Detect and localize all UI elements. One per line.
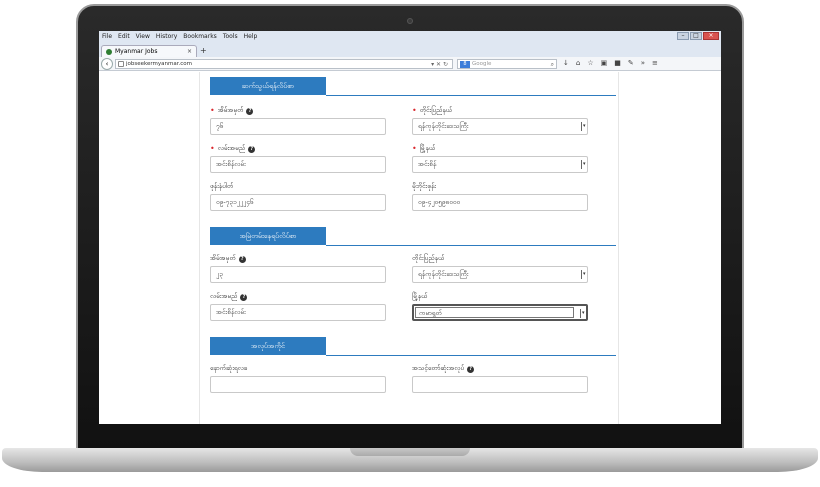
focus-outline xyxy=(415,307,574,318)
section-contact-address: ဆက်သွယ်ရန်လိပ်စာ xyxy=(210,77,326,95)
nav-bar: ‹ jobseekermyanmar.com ▾ ✕ ↻ 8 Google ⌕ … xyxy=(99,57,721,71)
last-salary-input[interactable] xyxy=(210,376,386,393)
menu-edit[interactable]: Edit xyxy=(117,33,131,40)
last-salary-label: နောက်ဆုံးရလခ xyxy=(210,364,248,372)
hamburger-menu-icon[interactable]: ≡ xyxy=(652,59,658,67)
menu-help[interactable]: Help xyxy=(243,33,259,40)
menu-file[interactable]: File xyxy=(101,33,113,40)
perm-township-select[interactable]: ကမာရွတ် ▾ xyxy=(412,304,588,321)
help-icon[interactable]: ? xyxy=(467,365,475,373)
township-label: • မြို့နယ် xyxy=(412,144,435,154)
home-icon[interactable]: ⌂ xyxy=(576,59,580,67)
window-controls: – □ × xyxy=(677,32,719,40)
search-icon[interactable]: ⌕ xyxy=(551,60,554,69)
help-icon[interactable]: ? xyxy=(248,145,256,153)
house-number-input[interactable]: ၇၆ xyxy=(210,118,386,135)
perm-region-select[interactable]: ရန်ကုန်တိုင်းဒေသကြီး ▾ xyxy=(412,266,588,283)
close-window-button[interactable]: × xyxy=(703,32,719,40)
phone-label: ဖုန်းနံပါတ် xyxy=(210,182,234,190)
required-marker: • xyxy=(210,144,215,153)
tab-title: Myanmar Jobs xyxy=(115,48,158,55)
township-select[interactable]: အင်းစိန် ▾ xyxy=(412,156,588,173)
tab-bar: Myanmar Jobs × + xyxy=(99,45,721,57)
form-container: ဆက်သွယ်ရန်လိပ်စာ • အိမ်အမှတ် ? ၇၆ • တိုင… xyxy=(199,72,619,424)
suitable-job-label: အသင့်တော်ဆုံးအလုပ် ? xyxy=(412,364,475,374)
mobile-phone-input[interactable]: ၀၉-၄၂၀၅၉၈၀၀၀ xyxy=(412,194,588,211)
region-select[interactable]: ရန်ကုန်တိုင်းဒေသကြီး ▾ xyxy=(412,118,588,135)
region-select-value: ရန်ကုန်တိုင်းဒေသကြီး xyxy=(418,122,469,130)
township-select-value: အင်းစိန် xyxy=(418,160,437,168)
back-button[interactable]: ‹ xyxy=(101,57,113,70)
search-box[interactable]: 8 Google ⌕ xyxy=(457,59,557,69)
laptop-frame: File Edit View History Bookmarks Tools H… xyxy=(0,0,820,487)
extension-icon[interactable]: ■ xyxy=(614,59,621,67)
minimize-button[interactable]: – xyxy=(677,32,689,40)
page: ဆက်သွယ်ရန်လိပ်စာ • အိမ်အမှတ် ? ၇၆ • တိုင… xyxy=(99,72,721,424)
toolbar-icons: ↓ ⌂ ☆ ▣ ■ ✎ » ≡ xyxy=(563,59,658,67)
street-label-text: လမ်းအမည် xyxy=(217,144,246,152)
street-name-input[interactable]: အင်းစိန်လမ်း xyxy=(210,156,386,173)
section-divider xyxy=(326,95,616,96)
url-text: jobseekermyanmar.com xyxy=(126,61,193,67)
search-engine-icon[interactable]: 8 xyxy=(460,61,470,68)
house-label-text: အိမ်အမှတ် xyxy=(217,106,244,114)
phone-input[interactable]: ၀၉-၇၃၁၂၂၂၄၆ xyxy=(210,194,386,211)
pen-icon[interactable]: ✎ xyxy=(628,59,634,67)
township-label-text: မြို့နယ် xyxy=(419,144,436,152)
menu-tools[interactable]: Tools xyxy=(222,33,239,40)
help-icon[interactable]: ? xyxy=(246,107,254,115)
perm-house-number-input[interactable]: ၂၃ xyxy=(210,266,386,283)
site-identity-icon[interactable] xyxy=(118,61,124,67)
new-tab-button[interactable]: + xyxy=(200,46,207,55)
chevron-down-icon: ▾ xyxy=(580,309,585,318)
camera-icon xyxy=(407,18,413,24)
tab-myanmar-jobs[interactable]: Myanmar Jobs × xyxy=(101,45,197,57)
suitable-job-input[interactable] xyxy=(412,376,588,393)
perm-street-label: လမ်းအမည် ? xyxy=(210,292,248,302)
help-icon[interactable]: ? xyxy=(238,255,246,263)
menu-view[interactable]: View xyxy=(135,33,151,40)
screen: File Edit View History Bookmarks Tools H… xyxy=(99,31,721,424)
suitable-job-label-text: အသင့်တော်ဆုံးအလုပ် xyxy=(412,364,465,372)
required-marker: • xyxy=(412,144,417,153)
tab-close-icon[interactable]: × xyxy=(187,48,192,55)
laptop-notch xyxy=(350,448,470,456)
favicon-icon xyxy=(106,48,112,55)
chevron-down-icon: ▾ xyxy=(581,270,586,279)
menu-bookmarks[interactable]: Bookmarks xyxy=(182,33,218,40)
chevron-down-icon: ▾ xyxy=(581,122,586,131)
required-marker: • xyxy=(210,106,215,115)
street-label: • လမ်းအမည် ? xyxy=(210,144,256,154)
perm-street-name-input[interactable]: အင်းစိန်လမ်း xyxy=(210,304,386,321)
section-divider xyxy=(326,355,616,356)
search-placeholder: Google xyxy=(472,61,492,67)
menu-bar: File Edit View History Bookmarks Tools H… xyxy=(101,33,258,40)
browser-titlebar: File Edit View History Bookmarks Tools H… xyxy=(99,31,721,45)
region-label: • တိုင်းပြည်နယ် xyxy=(412,106,452,116)
download-icon[interactable]: ↓ xyxy=(563,59,569,67)
perm-region-select-value: ရန်ကုန်တိုင်းဒေသကြီး xyxy=(418,270,469,278)
house-label: • အိမ်အမှတ် ? xyxy=(210,106,254,116)
menu-history[interactable]: History xyxy=(155,33,178,40)
perm-house-label: အိမ်အမှတ် ? xyxy=(210,254,246,264)
overflow-icon[interactable]: » xyxy=(641,59,645,67)
perm-township-label: မြို့နယ် xyxy=(412,292,428,300)
section-employment: အလုပ်အကိုင် xyxy=(210,337,326,355)
section-divider xyxy=(326,245,616,246)
url-bar-icons[interactable]: ▾ ✕ ↻ xyxy=(431,60,448,69)
chevron-down-icon: ▾ xyxy=(581,160,586,169)
required-marker: • xyxy=(412,106,417,115)
maximize-button[interactable]: □ xyxy=(690,32,702,40)
region-label-text: တိုင်းပြည်နယ် xyxy=(419,106,453,114)
clipboard-icon[interactable]: ▣ xyxy=(601,59,608,67)
url-bar[interactable]: jobseekermyanmar.com ▾ ✕ ↻ xyxy=(115,59,453,69)
mobile-phone-label: မိုဘိုင်းဖုန်း xyxy=(412,182,436,190)
perm-region-label: တိုင်းပြည်နယ် xyxy=(412,254,445,262)
bookmark-star-icon[interactable]: ☆ xyxy=(587,59,593,67)
help-icon[interactable]: ? xyxy=(240,293,248,301)
perm-house-label-text: အိမ်အမှတ် xyxy=(210,254,236,262)
section-permanent-address: အမြဲတမ်းနေရပ်လိပ်စာ xyxy=(210,227,326,245)
perm-street-label-text: လမ်းအမည် xyxy=(210,292,238,300)
